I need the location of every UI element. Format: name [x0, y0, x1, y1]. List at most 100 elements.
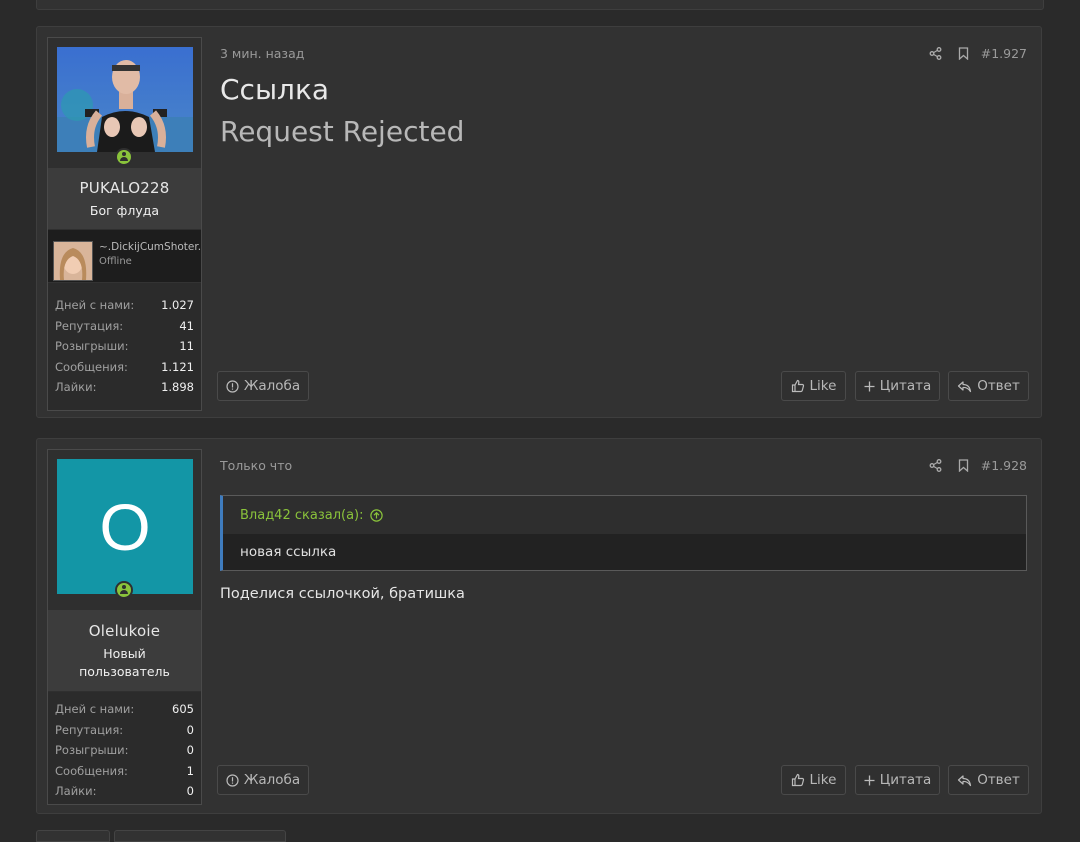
stat-row: Сообщения: 1: [55, 761, 194, 782]
stat-label: Дней с нами:: [55, 298, 135, 312]
linked-account-status: Offline: [99, 256, 132, 267]
stat-row: Лайки: 0: [55, 781, 194, 802]
stat-row: Розыгрыши: 0: [55, 740, 194, 761]
page-tab[interactable]: [36, 830, 110, 842]
stat-label: Сообщения:: [55, 763, 128, 778]
linked-account-avatar[interactable]: [53, 241, 93, 281]
user-info: Olelukoie Новый пользователь: [48, 611, 201, 692]
like-button[interactable]: Like: [781, 371, 846, 401]
stat-label: Дней с нами:: [55, 702, 135, 716]
post-time[interactable]: Только что: [220, 458, 292, 473]
post-title-line: Ссылка: [220, 73, 330, 106]
stat-row: Репутация: 41: [55, 316, 194, 337]
report-label: Жалоба: [243, 772, 301, 788]
message-tools: #1.928: [915, 458, 1027, 473]
quote-label: Цитата: [879, 772, 932, 788]
user-stats: Дней с нами: 1.027 Репутация: 41 Розыгрыши…: [48, 283, 201, 406]
post: PUKALO228 Бог флуда ~.DickijCumShoter.~ …: [36, 26, 1042, 418]
user-sidebar: O Olelukoie Новый пользователь Дней с на…: [47, 449, 202, 805]
post-time[interactable]: 3 мин. назад: [220, 46, 304, 61]
user-info: PUKALO228 Бог флуда: [48, 169, 201, 230]
quote-button[interactable]: Цитата: [855, 371, 940, 401]
thumbs-up-icon: [791, 773, 804, 787]
message-area: 3 мин. назад #1.927 Ссылка Request Rejec…: [217, 27, 1029, 417]
stat-row: Дней с нами: 605: [55, 699, 194, 720]
reply-button[interactable]: Ответ: [948, 765, 1029, 795]
stat-label: Розыгрыши:: [55, 743, 129, 757]
quote-author[interactable]: Влад42 сказал(а):: [240, 508, 364, 523]
message-header: Только что #1.928: [220, 458, 1027, 474]
arrow-up-circle-icon[interactable]: [369, 508, 383, 522]
post-title-line: Request Rejected: [220, 115, 465, 148]
message-text: Поделися ссылочкой, братишка: [220, 586, 465, 602]
previous-post-edge: [36, 0, 1044, 10]
reply-icon: [958, 380, 972, 392]
stat-value: 1.027: [161, 298, 194, 312]
stat-value: 1.121: [161, 359, 194, 374]
user-sidebar: PUKALO228 Бог флуда ~.DickijCumShoter.~ …: [47, 37, 202, 411]
like-label: Like: [809, 772, 837, 788]
stat-row: Розыгрыши: 11: [55, 336, 194, 357]
linked-account-name[interactable]: ~.DickijCumShoter.~: [99, 241, 201, 253]
username[interactable]: PUKALO228: [52, 179, 197, 197]
reply-label: Ответ: [977, 772, 1020, 788]
message-tools: #1.927: [915, 46, 1027, 61]
avatar-letter: O: [99, 489, 151, 564]
stat-label: Розыгрыши:: [55, 339, 129, 353]
plus-icon: [864, 775, 875, 785]
post-number-link[interactable]: #1.927: [981, 46, 1027, 61]
message-header: 3 мин. назад #1.927: [220, 46, 1027, 62]
stat-row: Лайки: 1.898: [55, 377, 194, 398]
share-icon[interactable]: [929, 47, 943, 61]
reply-icon: [958, 774, 972, 786]
like-label: Like: [809, 378, 837, 394]
quote-label: Цитата: [879, 378, 932, 394]
online-status-icon: [115, 148, 133, 166]
stat-value: 1.898: [161, 380, 194, 394]
stat-label: Лайки:: [55, 380, 97, 394]
stat-label: Репутация:: [55, 722, 124, 737]
online-status-icon: [115, 581, 133, 599]
report-label: Жалоба: [243, 378, 301, 394]
avatar-area: [48, 38, 201, 169]
avatar[interactable]: O: [57, 459, 193, 594]
stat-value: 605: [172, 702, 194, 716]
alert-icon: [226, 773, 239, 787]
page-tab[interactable]: [114, 830, 286, 842]
bookmark-icon[interactable]: [957, 459, 971, 473]
avatar-area: O: [48, 450, 201, 611]
message-area: Только что #1.928 Влад42 сказал(а): нова…: [217, 439, 1029, 813]
stat-label: Репутация:: [55, 318, 124, 333]
post-number-link[interactable]: #1.928: [981, 458, 1027, 473]
stat-row: Сообщения: 1.121: [55, 357, 194, 378]
reply-label: Ответ: [977, 378, 1020, 394]
plus-icon: [864, 381, 875, 391]
alert-icon: [226, 379, 239, 393]
report-button[interactable]: Жалоба: [217, 371, 309, 401]
quote-text: новая ссылка: [223, 534, 1026, 570]
stat-value: 0: [186, 784, 194, 798]
share-icon[interactable]: [929, 459, 943, 473]
stat-value: 0: [186, 722, 194, 737]
report-button[interactable]: Жалоба: [217, 765, 309, 795]
username[interactable]: Olelukoie: [52, 622, 197, 640]
like-button[interactable]: Like: [781, 765, 846, 795]
user-title: Новый пользователь: [79, 646, 170, 679]
thumbs-up-icon: [791, 379, 804, 393]
stat-value: 1: [186, 763, 194, 778]
stat-row: Дней с нами: 1.027: [55, 295, 194, 316]
quote-button[interactable]: Цитата: [855, 765, 940, 795]
user-title: Бог флуда: [89, 203, 160, 218]
reply-button[interactable]: Ответ: [948, 371, 1029, 401]
quote-header[interactable]: Влад42 сказал(а):: [223, 496, 1026, 534]
stat-row: Репутация: 0: [55, 720, 194, 741]
bookmark-icon[interactable]: [957, 47, 971, 61]
linked-account[interactable]: ~.DickijCumShoter.~ Offline: [48, 230, 201, 283]
avatar[interactable]: [57, 47, 193, 152]
user-stats: Дней с нами: 605 Репутация: 0 Розыгрыши: 0 …: [48, 692, 201, 810]
stat-label: Лайки:: [55, 784, 97, 798]
post: O Olelukoie Новый пользователь Дней с на…: [36, 438, 1042, 814]
quote-block: Влад42 сказал(а): новая ссылка: [220, 495, 1027, 571]
stat-value: 41: [179, 318, 194, 333]
stat-label: Сообщения:: [55, 359, 128, 374]
